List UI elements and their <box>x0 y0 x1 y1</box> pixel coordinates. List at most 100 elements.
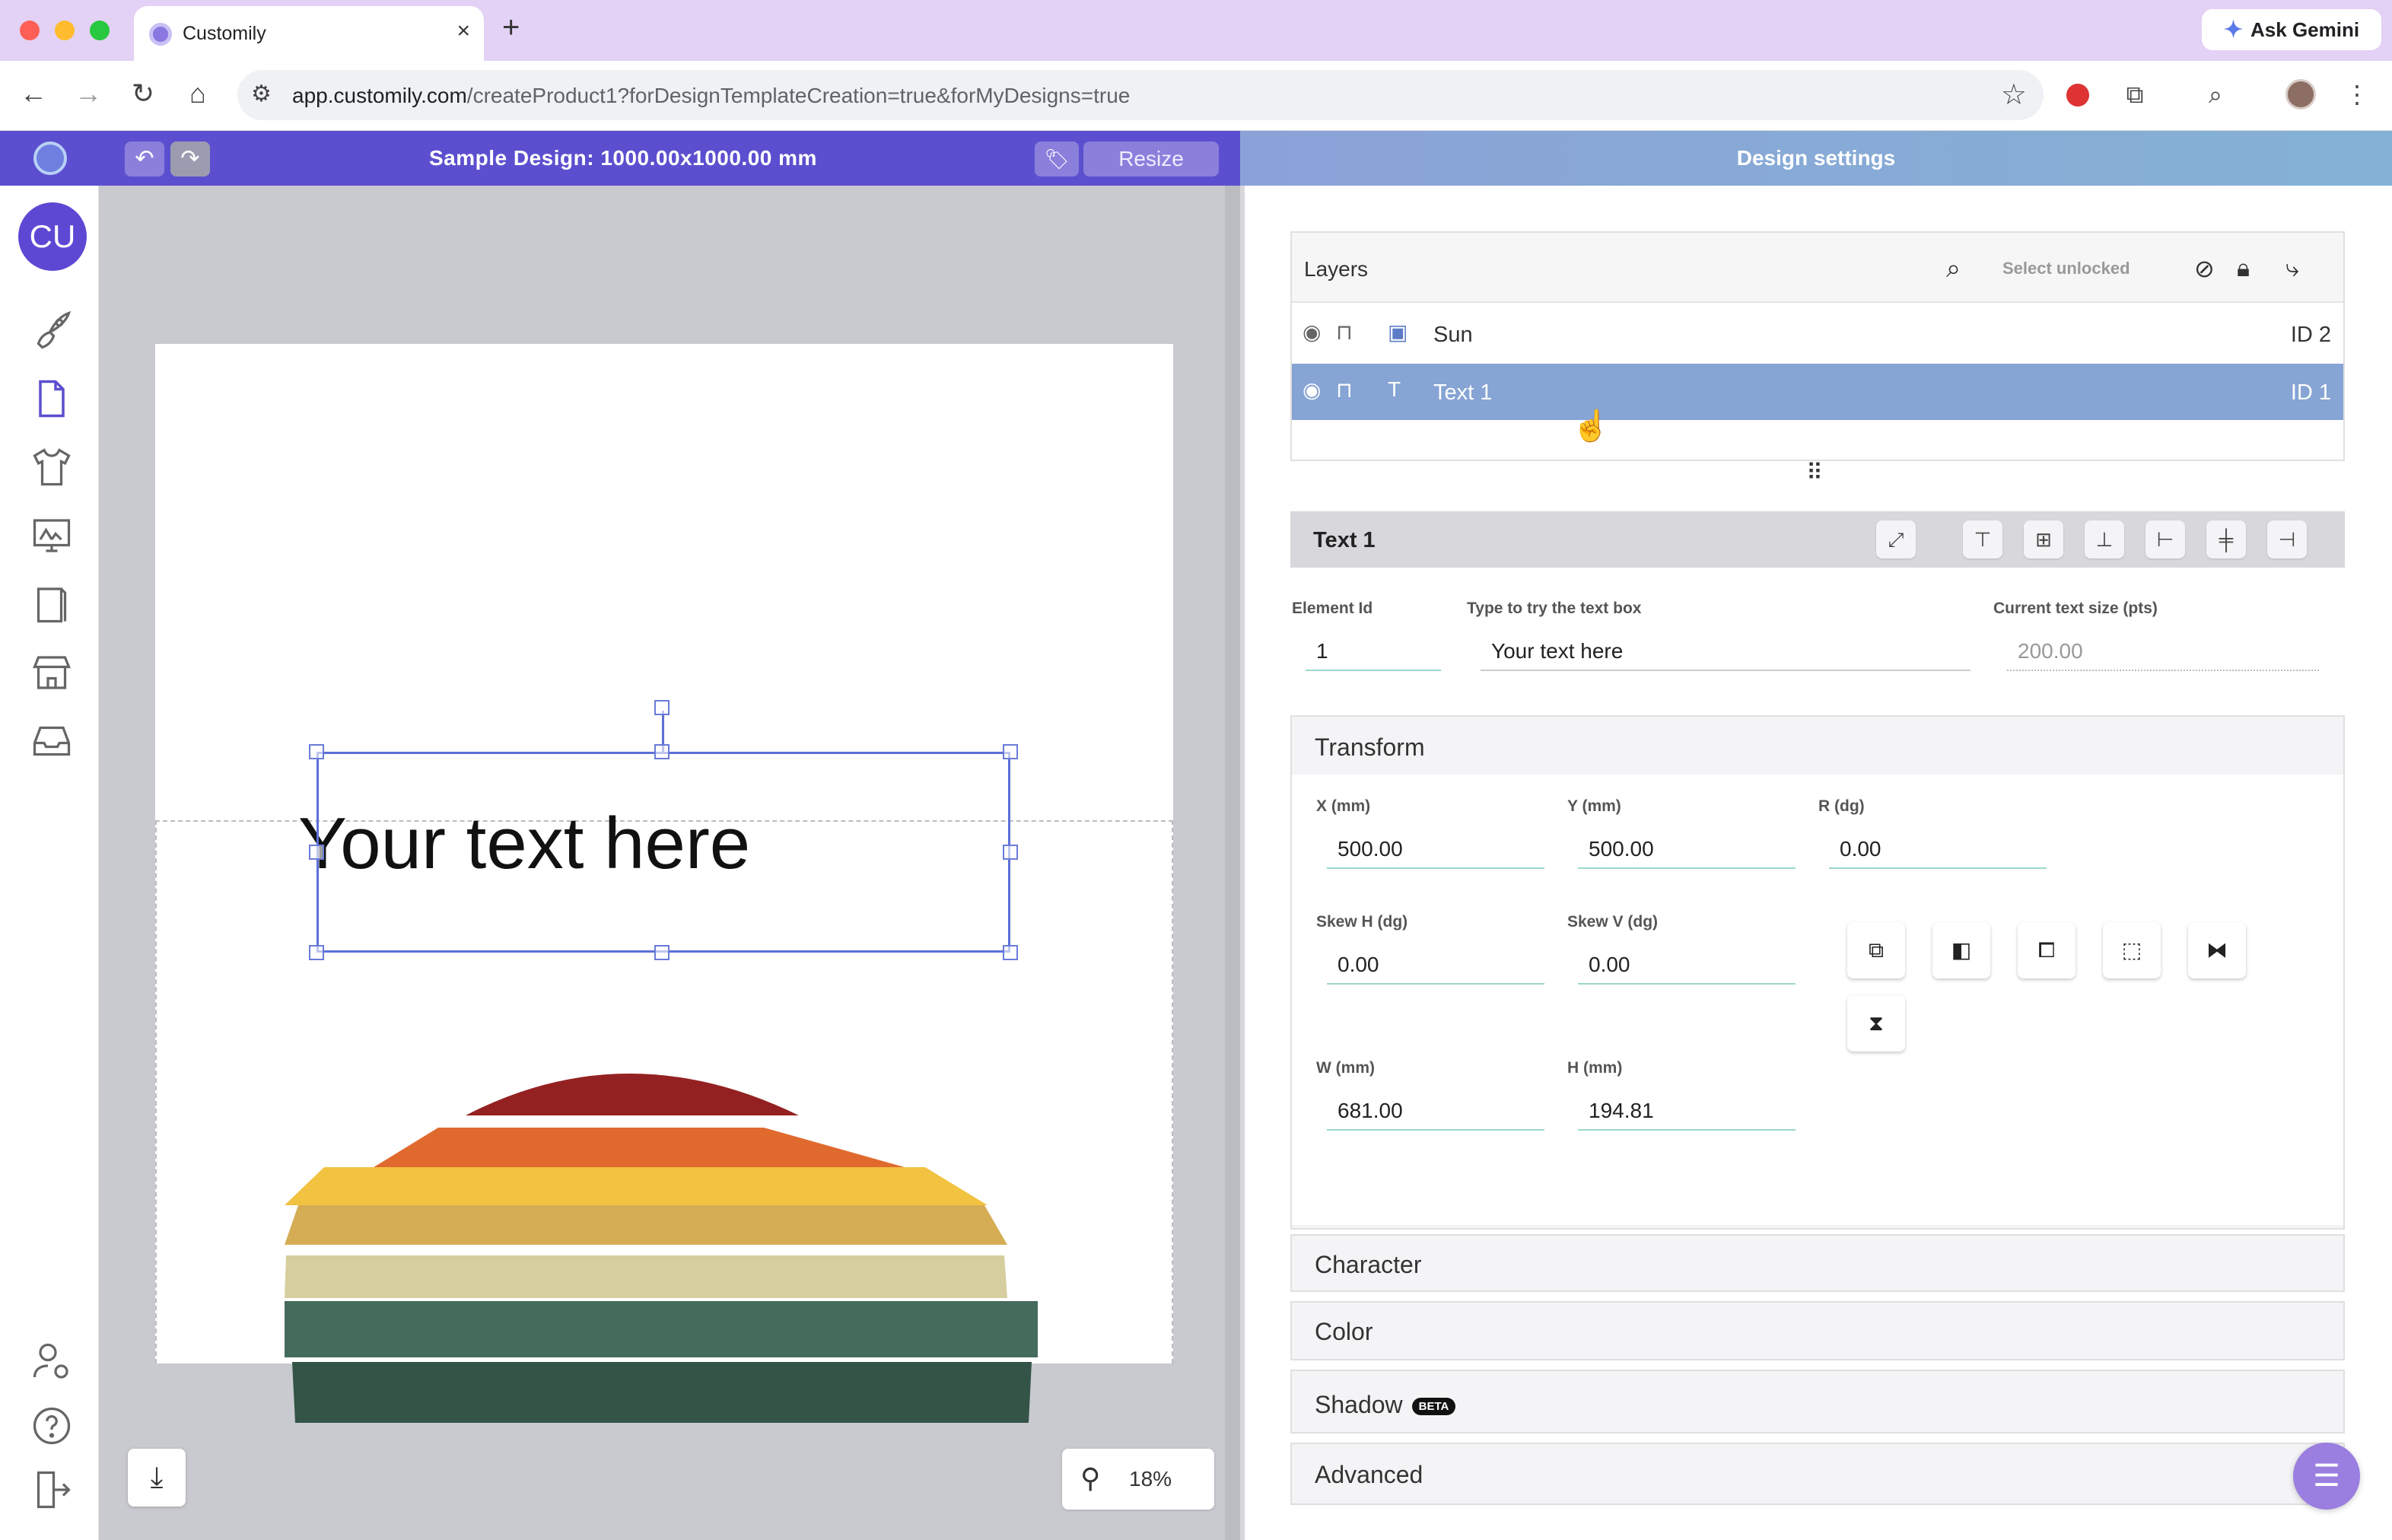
character-section[interactable]: Character <box>1290 1234 2345 1292</box>
select-unlocked-button[interactable]: Select unlocked <box>2002 259 2130 278</box>
extension-red-icon[interactable] <box>2066 84 2089 107</box>
browser-menu-icon[interactable]: ⋮ <box>2342 79 2372 110</box>
settings-title: Design settings <box>1736 146 1896 170</box>
try-textbox-field[interactable] <box>1481 633 1971 671</box>
help-icon[interactable] <box>29 1403 75 1449</box>
search-icon[interactable]: ⌕ <box>1946 254 1961 284</box>
document-icon[interactable] <box>29 376 75 422</box>
visibility-eye-icon[interactable]: ◉ <box>1303 320 1321 345</box>
hierarchy-icon[interactable]: ⤷ <box>2285 254 2299 283</box>
h-field[interactable] <box>1578 1093 1796 1131</box>
sun-graphic[interactable] <box>285 1017 1045 1443</box>
drag-handle-icon[interactable]: ⠿ <box>1806 460 1823 486</box>
x-field[interactable] <box>1327 831 1544 869</box>
close-window-button[interactable] <box>20 21 40 40</box>
chat-support-button[interactable]: ☰ <box>2293 1443 2360 1510</box>
flip-horizontal-icon[interactable]: ⧓ <box>2188 922 2246 978</box>
reload-icon[interactable]: ↻ <box>126 78 160 110</box>
zoom-control[interactable]: ⚲ 18% <box>1062 1449 1214 1510</box>
fit-to-canvas-icon[interactable]: ⤢ <box>1876 520 1916 558</box>
user-avatar[interactable]: CU <box>18 202 87 271</box>
url-bar[interactable]: ⚙ app.customily.com/createProduct1?forDe… <box>237 70 2044 120</box>
profile-avatar[interactable] <box>2285 79 2316 110</box>
bookmark-star-icon[interactable]: ☆ <box>2001 78 2027 112</box>
layer-row-sun[interactable]: ◉ ⊓ ▣ Sun ID 2 <box>1292 306 2343 362</box>
selection-box[interactable] <box>316 752 1010 953</box>
close-tab-icon[interactable]: × <box>456 18 470 44</box>
unlock-icon[interactable]: ⊓ <box>1336 320 1353 345</box>
guide-line <box>155 820 157 1363</box>
back-arrow-icon[interactable]: ← <box>17 78 50 110</box>
customily-favicon-icon <box>149 23 172 46</box>
forward-arrow-icon[interactable]: → <box>72 78 105 110</box>
align-left-icon[interactable]: ⊢ <box>2145 520 2185 558</box>
color-section[interactable]: Color <box>1290 1301 2345 1360</box>
rotation-handle[interactable] <box>654 700 670 715</box>
new-tab-button[interactable]: + <box>502 11 520 45</box>
resize-handle[interactable] <box>654 945 670 960</box>
tag-button[interactable]: 🏷 <box>1035 142 1079 177</box>
w-field[interactable] <box>1327 1093 1544 1131</box>
home-icon[interactable]: ⌂ <box>181 78 215 110</box>
align-top-icon[interactable]: ⊤ <box>1963 520 2002 558</box>
skew-h-field[interactable] <box>1327 947 1544 985</box>
visibility-eye-icon[interactable]: ◉ <box>1303 377 1321 402</box>
gemini-sparkle-icon: ✦ <box>2223 17 2244 43</box>
transform-title[interactable]: Transform <box>1315 733 1425 762</box>
element-id-field[interactable] <box>1306 633 1441 671</box>
bring-forward-icon[interactable]: ◧ <box>1932 922 1990 978</box>
tab-search-icon[interactable]: ⌕ <box>2200 79 2231 110</box>
resize-handle[interactable] <box>1003 744 1018 759</box>
align-right-icon[interactable]: ⊣ <box>2267 520 2307 558</box>
r-field[interactable] <box>1829 831 2047 869</box>
advanced-section[interactable]: Advanced <box>1290 1443 2345 1505</box>
lock-icon[interactable]: 🔒︎ <box>2237 254 2250 283</box>
resize-handle[interactable] <box>1003 845 1018 860</box>
extensions-puzzle-icon[interactable]: ⧉ <box>2120 79 2150 110</box>
resize-handle[interactable] <box>309 945 324 960</box>
resize-handle[interactable] <box>654 744 670 759</box>
tshirt-icon[interactable] <box>29 444 75 490</box>
bring-to-front-icon[interactable]: ⧉ <box>1847 922 1905 978</box>
resize-handle[interactable] <box>1003 945 1018 960</box>
url-text[interactable]: app.customily.com/createProduct1?forDesi… <box>292 84 1130 108</box>
store-icon[interactable] <box>29 650 75 695</box>
sun-stripe <box>292 1362 1032 1423</box>
maximize-window-button[interactable] <box>90 21 110 40</box>
ask-gemini-button[interactable]: ✦ Ask Gemini <box>2202 9 2381 50</box>
flip-vertical-icon[interactable]: ⧗ <box>1847 995 1905 1052</box>
left-sidebar: CU <box>0 186 99 1540</box>
undo-button[interactable]: ↶ <box>125 142 164 177</box>
resize-handle[interactable] <box>309 744 324 759</box>
panel-resize-divider[interactable] <box>1240 186 1245 1540</box>
book-icon[interactable] <box>29 581 75 627</box>
gallery-icon[interactable] <box>29 513 75 558</box>
rocket-icon[interactable] <box>29 307 75 353</box>
align-bottom-icon[interactable]: ⊥ <box>2085 520 2124 558</box>
browser-tab[interactable]: Customily × <box>134 6 484 61</box>
y-field[interactable] <box>1578 831 1796 869</box>
skew-v-field[interactable] <box>1578 947 1796 985</box>
resize-handle[interactable] <box>309 845 324 860</box>
download-button[interactable]: ⤓ <box>128 1449 186 1507</box>
redo-button[interactable]: ↷ <box>170 142 210 177</box>
hide-all-eye-icon[interactable]: ⊘ <box>2194 254 2215 283</box>
unlock-icon[interactable]: ⊓ <box>1336 377 1353 402</box>
send-to-back-icon[interactable]: ⬚ <box>2103 922 2161 978</box>
send-backward-icon[interactable]: ⧠ <box>2018 922 2076 978</box>
inbox-icon[interactable] <box>29 718 75 764</box>
customily-logo-icon[interactable] <box>33 142 67 175</box>
resize-button[interactable]: Resize <box>1083 142 1219 177</box>
align-middle-icon[interactable]: ⊞ <box>2024 520 2063 558</box>
user-settings-icon[interactable] <box>29 1339 75 1385</box>
align-center-icon[interactable]: ╪ <box>2206 520 2246 558</box>
canvas-scrollbar[interactable] <box>1225 186 1240 1540</box>
layer-row-text-1[interactable]: ◉ ⊓ T Text 1 ID 1 <box>1292 364 2343 420</box>
design-canvas-area[interactable]: Your text here ⤓ ⚲ 18% <box>99 186 1240 1540</box>
sun-stripe <box>285 1167 988 1205</box>
ask-gemini-label: Ask Gemini <box>2250 18 2360 41</box>
logout-icon[interactable] <box>29 1467 75 1513</box>
minimize-window-button[interactable] <box>55 21 75 40</box>
site-settings-icon[interactable]: ⚙ <box>251 81 272 107</box>
shadow-section[interactable]: Shadow BETA <box>1290 1370 2345 1433</box>
